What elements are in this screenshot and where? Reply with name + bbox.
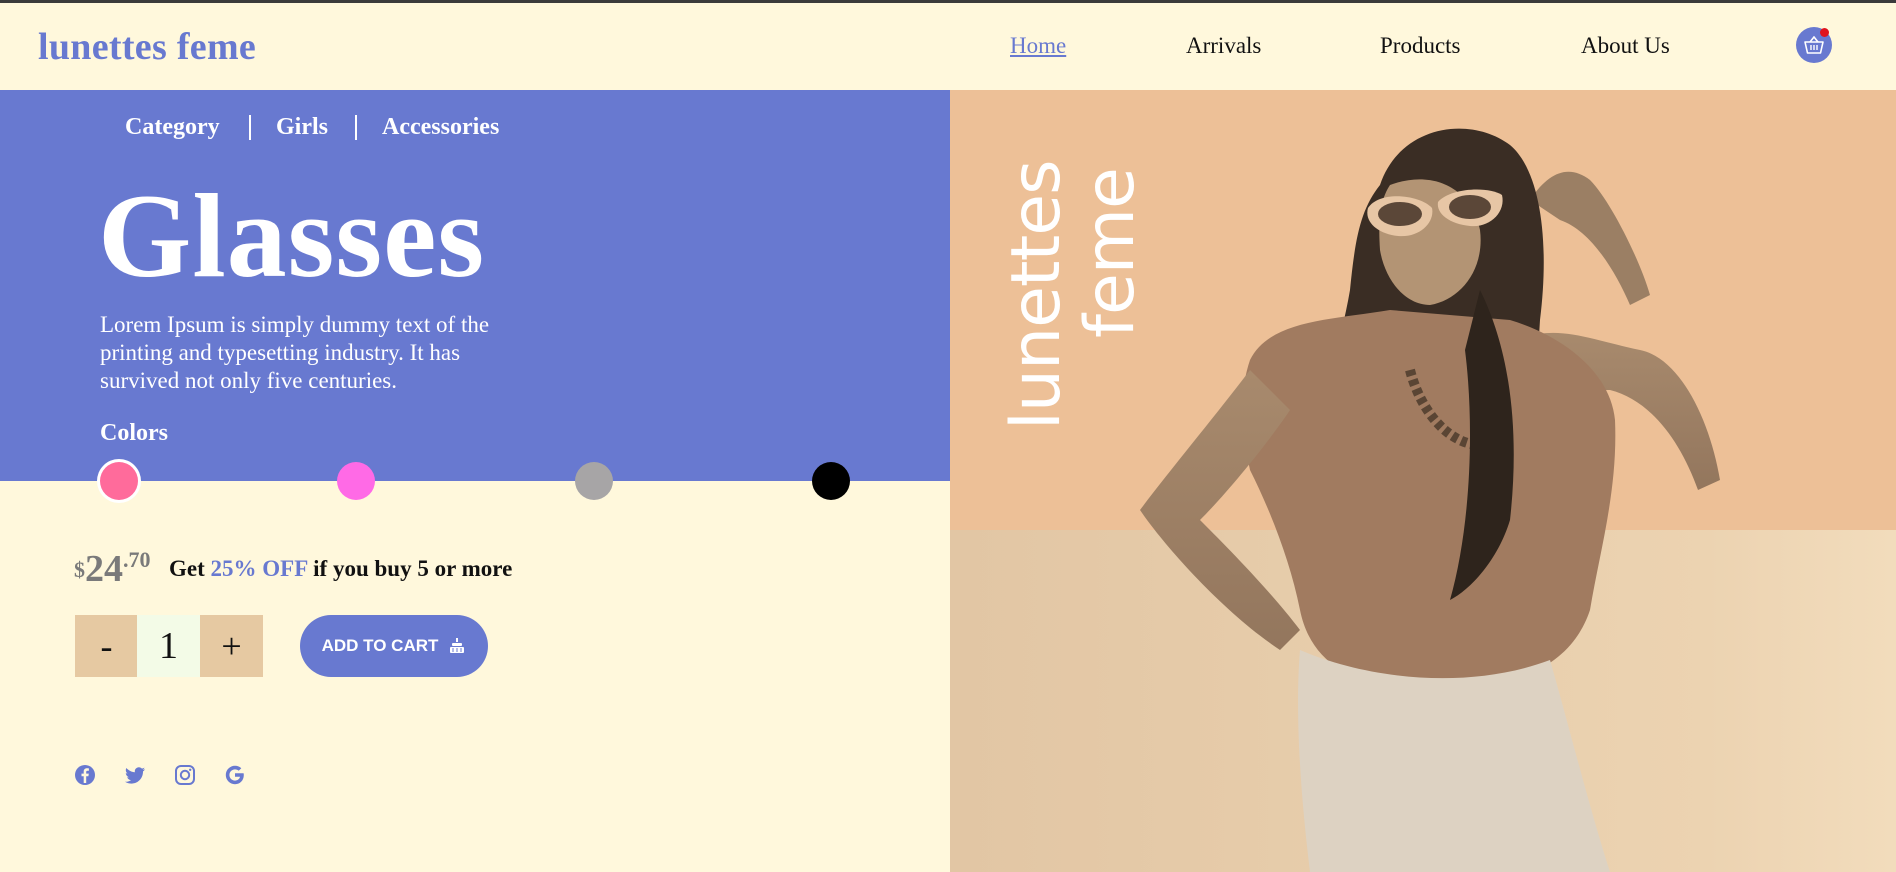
nav-products[interactable]: Products <box>1380 33 1461 59</box>
offer-suffix: if you buy 5 or more <box>313 556 513 581</box>
instagram-icon[interactable] <box>174 764 196 786</box>
product-description: Lorem Ipsum is simply dummy text of the … <box>100 312 490 393</box>
vertical-brand-line1: lunettes <box>997 160 1076 430</box>
brand-logo[interactable]: lunettes feme <box>38 25 256 69</box>
offer-highlight: 25% OFF <box>210 556 308 581</box>
facebook-icon[interactable] <box>74 764 96 786</box>
breadcrumb-category[interactable]: Category <box>125 114 220 141</box>
site-header: lunettes feme Home Arrivals Products Abo… <box>0 3 1896 90</box>
price-cents: .70 <box>123 547 151 572</box>
offer-prefix: Get <box>169 556 205 581</box>
vertical-brand-text: lunettes feme <box>997 160 1150 430</box>
nav-about-us[interactable]: About Us <box>1581 33 1670 59</box>
color-swatch-pink[interactable] <box>100 462 138 500</box>
quantity-decrease-button[interactable]: - <box>75 615 138 677</box>
nav-arrivals[interactable]: Arrivals <box>1186 33 1261 59</box>
price-whole: 24 <box>85 548 123 590</box>
offer-text: Get 25% OFF if you buy 5 or more <box>169 556 512 582</box>
breadcrumb-separator <box>249 115 251 140</box>
nav-home[interactable]: Home <box>1010 33 1066 59</box>
color-swatch-gray[interactable] <box>575 462 613 500</box>
add-to-cart-label: ADD TO CART <box>321 636 439 655</box>
quantity-value[interactable]: 1 <box>137 615 200 677</box>
price-currency: $ <box>74 557 85 582</box>
basket-icon <box>1804 36 1824 54</box>
cart-notification-dot <box>1820 28 1829 37</box>
add-to-cart-button[interactable]: ADD TO CART <box>300 615 488 677</box>
product-price: $24.70 <box>74 547 151 591</box>
quantity-increase-button[interactable]: + <box>200 615 263 677</box>
breadcrumb-girls[interactable]: Girls <box>276 114 328 141</box>
breadcrumb-separator <box>355 115 357 140</box>
product-title: Glasses <box>98 169 486 302</box>
colors-label: Colors <box>100 420 168 446</box>
color-swatch-magenta[interactable] <box>337 462 375 500</box>
cart-icon <box>450 638 465 653</box>
breadcrumb-accessories[interactable]: Accessories <box>382 114 499 141</box>
vertical-brand-line2: feme <box>1071 168 1150 338</box>
twitter-icon[interactable] <box>124 764 146 786</box>
color-swatch-black[interactable] <box>812 462 850 500</box>
google-icon[interactable] <box>224 764 246 786</box>
